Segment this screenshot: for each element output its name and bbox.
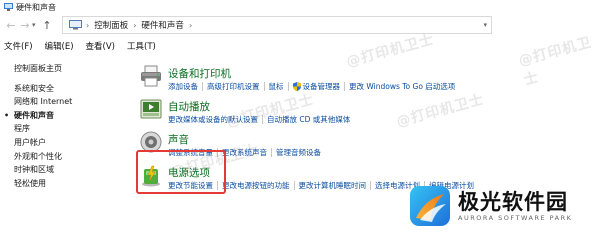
link-mouse[interactable]: 鼠标	[269, 81, 284, 92]
printer-icon	[141, 65, 161, 87]
address-dropdown-icon[interactable]: ▾	[483, 21, 487, 29]
title-bar: 硬件和声音	[0, 0, 600, 14]
autoplay-icon	[140, 99, 162, 119]
breadcrumb-hardware-sound[interactable]: 硬件和声音	[141, 19, 184, 31]
breadcrumb-separator-icon: ›	[188, 20, 193, 30]
menu-edit[interactable]: 编辑(E)	[45, 40, 74, 52]
menu-file[interactable]: 文件(F)	[4, 40, 33, 52]
sidebar-item-network[interactable]: 网络和 Internet	[14, 95, 124, 109]
link-sleep-time[interactable]: 更改计算机睡眠时间	[299, 180, 367, 191]
brand-name: 极光软件园	[458, 190, 568, 214]
recent-locations-dropdown-icon[interactable]: ▾	[32, 21, 40, 29]
menu-bar: 文件(F) 编辑(E) 查看(V) 工具(T)	[0, 38, 600, 54]
sidebar-item-system-security[interactable]: 系统和安全	[14, 82, 124, 96]
link-add-device[interactable]: 添加设备	[168, 81, 198, 92]
aurora-logo-icon	[410, 186, 450, 226]
category-autoplay: 自动播放 更改媒体或设备的默认设置 自动播放 CD 或其他媒体	[134, 95, 594, 128]
link-power-button-function[interactable]: 更改电源按钮的功能	[222, 180, 290, 191]
uac-shield-icon	[292, 82, 301, 91]
link-manage-audio-devices[interactable]: 管理音频设备	[276, 147, 321, 158]
address-bar: ← → ▾ ↑ › 控制面板 › 硬件和声音 › ▾	[0, 14, 600, 36]
link-separator	[263, 82, 265, 91]
breadcrumb-control-panel[interactable]: 控制面板	[94, 19, 128, 31]
link-separator	[271, 148, 272, 157]
category-title[interactable]: 设备和打印机	[168, 66, 231, 81]
link-separator	[344, 82, 345, 91]
breadcrumb-separator-icon: ›	[133, 20, 137, 30]
sidebar-item-clock-region[interactable]: 时钟和区域	[14, 163, 124, 177]
brand-text: 极光软件园 AURORA SOFTWARE PARK	[458, 190, 572, 222]
sidebar: 控制面板主页 系统和安全 网络和 Internet • 硬件和声音 程序 用户帐…	[4, 62, 124, 191]
link-separator	[202, 82, 203, 91]
sidebar-item-programs[interactable]: 程序	[14, 122, 124, 136]
sidebar-item-appearance[interactable]: 外观和个性化	[14, 150, 124, 164]
menu-view[interactable]: 查看(V)	[86, 40, 115, 52]
sidebar-item-ease-of-access[interactable]: 轻松使用	[14, 177, 124, 191]
link-advanced-printer-setup[interactable]: 高级打印机设置	[207, 81, 260, 92]
link-separator	[287, 82, 289, 91]
link-separator	[370, 181, 371, 190]
sidebar-item-hardware-sound[interactable]: • 硬件和声音	[4, 109, 124, 123]
back-button[interactable]: ←	[4, 18, 18, 32]
category-links: 添加设备 高级打印机设置 鼠标 设备管理器 更改 Windows To Go 启…	[168, 81, 455, 92]
control-panel-icon	[4, 3, 13, 11]
forward-button[interactable]: →	[18, 18, 32, 32]
brand-subtitle: AURORA SOFTWARE PARK	[458, 214, 573, 222]
breadcrumb-separator-icon: ›	[86, 20, 90, 30]
control-panel-location-icon	[69, 20, 82, 30]
category-title[interactable]: 自动播放	[168, 99, 210, 114]
menu-tools[interactable]: 工具(T)	[127, 40, 156, 52]
sidebar-item-user-accounts[interactable]: 用户帐户	[14, 136, 124, 150]
window-title: 硬件和声音	[16, 2, 56, 12]
link-windows-to-go[interactable]: 更改 Windows To Go 启动选项	[349, 81, 455, 92]
category-title[interactable]: 声音	[168, 132, 189, 147]
link-separator	[293, 181, 295, 190]
up-button[interactable]: ↑	[40, 18, 54, 32]
current-item-bullet-icon: •	[4, 110, 10, 120]
sidebar-item-home[interactable]: 控制面板主页	[14, 62, 124, 76]
brand-logo: 极光软件园 AURORA SOFTWARE PARK	[408, 183, 596, 229]
sidebar-item-label: 硬件和声音	[14, 110, 54, 120]
